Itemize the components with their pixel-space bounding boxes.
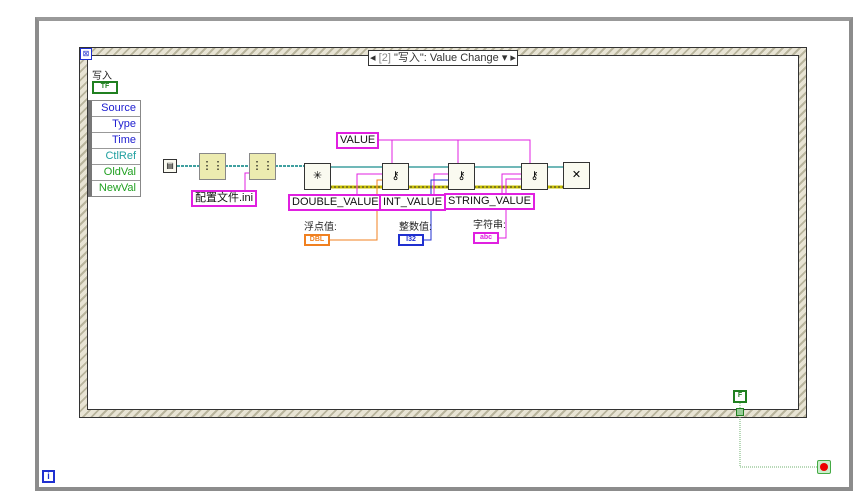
int-indicator-label: 整数值: (399, 222, 432, 233)
section-constant[interactable]: VALUE (336, 132, 380, 149)
key-constant-double[interactable]: DOUBLE_VALUE (288, 194, 383, 211)
write-key-icon[interactable]: ⚷ (521, 163, 548, 190)
file-name-constant[interactable]: 配置文件.ini (191, 190, 258, 207)
stop-terminal[interactable] (817, 460, 831, 474)
false-constant[interactable]: F (733, 390, 747, 403)
build-path-icon[interactable]: ⋮⋮ (199, 153, 226, 180)
path-constant-icon[interactable]: ▤ (163, 159, 177, 173)
double-indicator-label: 浮点值: (304, 222, 337, 233)
int-indicator-terminal[interactable]: I32 (398, 234, 424, 246)
open-config-icon[interactable]: ✳ (304, 163, 331, 190)
build-path-icon[interactable]: ⋮⋮ (249, 153, 276, 180)
wires (177, 139, 817, 468)
key-constant-string[interactable]: STRING_VALUE (444, 193, 535, 210)
write-key-icon[interactable]: ⚷ (448, 163, 475, 190)
key-constant-int[interactable]: INT_VALUE (379, 194, 447, 211)
string-indicator-terminal[interactable]: abc (473, 232, 499, 244)
string-indicator-label: 字符串: (473, 220, 506, 231)
close-config-icon[interactable]: ✕ (563, 162, 590, 189)
double-indicator-terminal[interactable]: DBL (304, 234, 330, 246)
tunnel (736, 408, 744, 416)
write-key-icon[interactable]: ⚷ (382, 163, 409, 190)
iteration-terminal: i (42, 470, 55, 483)
